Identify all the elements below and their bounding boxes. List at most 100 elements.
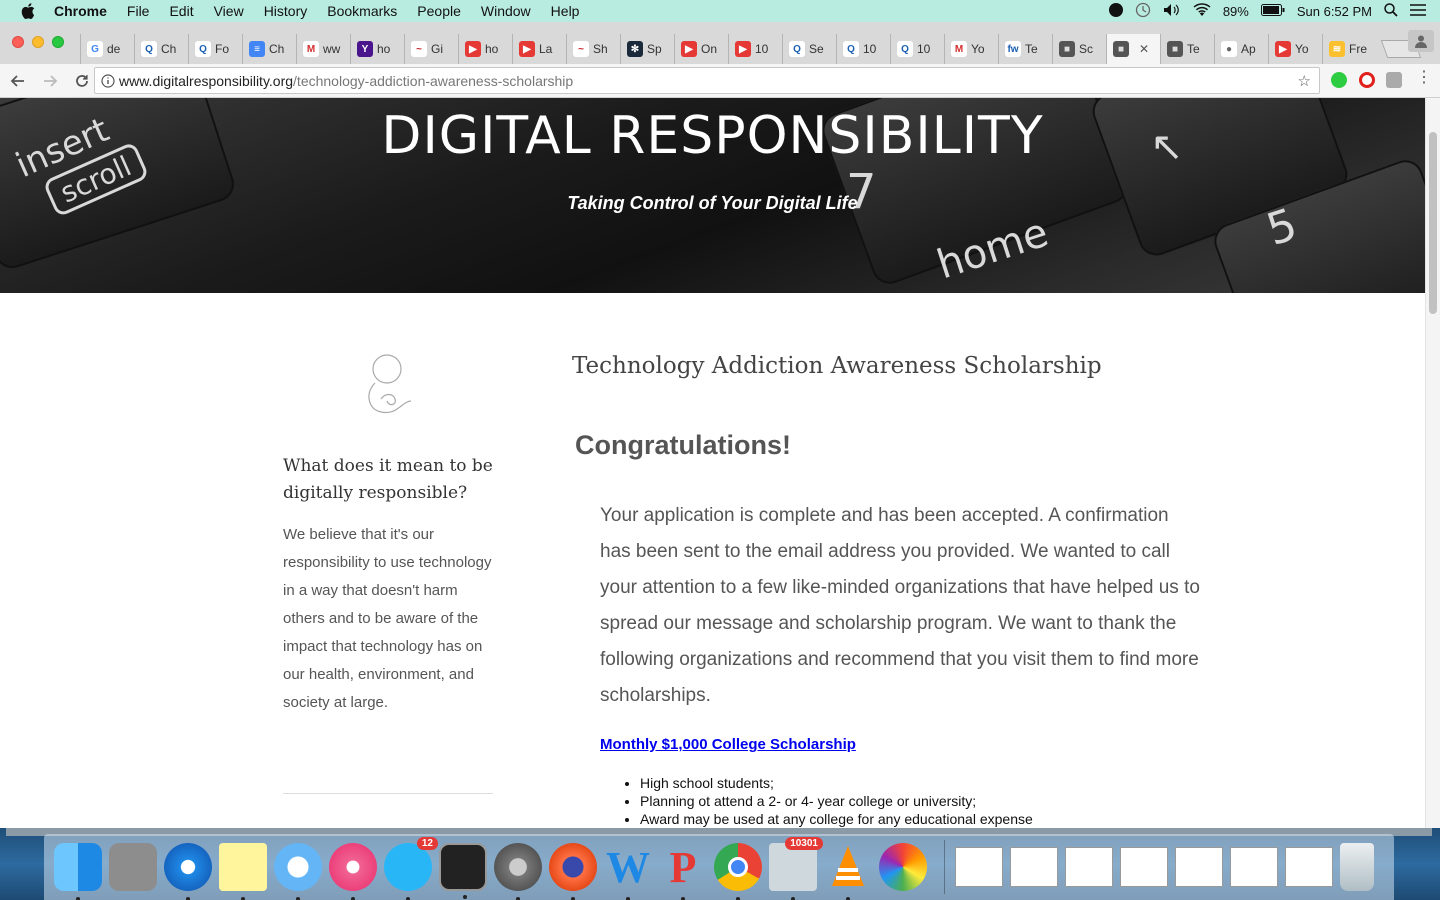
browser-tab[interactable]: Yho: [350, 34, 404, 64]
firefox-icon[interactable]: [549, 843, 597, 900]
vlc-icon[interactable]: [824, 843, 872, 900]
tab-label: Yo: [1295, 42, 1309, 56]
extension-gray-icon[interactable]: [1386, 72, 1402, 88]
chrome-icon[interactable]: [714, 843, 762, 900]
tab-label: ho: [377, 42, 391, 56]
menu-people[interactable]: People: [417, 3, 461, 19]
tab-favicon-icon: M: [303, 41, 319, 57]
itunes-icon[interactable]: [329, 843, 377, 900]
browser-tab[interactable]: ▶ Yo: [1268, 34, 1322, 64]
menu-history[interactable]: History: [264, 3, 308, 19]
opera-extension-icon[interactable]: [1359, 72, 1375, 88]
time-machine-icon[interactable]: [1135, 2, 1151, 21]
finder-icon[interactable]: [54, 843, 102, 900]
extension-green-icon[interactable]: [1331, 72, 1347, 88]
menu-view[interactable]: View: [214, 3, 244, 19]
system-preferences-icon[interactable]: [494, 843, 542, 900]
browser-tab[interactable]: ■ ✕: [1106, 34, 1160, 64]
browser-tab[interactable]: ~ Sh: [566, 34, 620, 64]
notification-center-icon[interactable]: [1410, 3, 1426, 19]
browser-tab[interactable]: ≡ Ch: [242, 34, 296, 64]
minimized-window-thumbnail[interactable]: [955, 847, 1003, 887]
dock: 12 W P 10301: [44, 834, 1394, 900]
tab-favicon-icon: Q: [141, 41, 157, 57]
volume-icon[interactable]: [1163, 3, 1181, 20]
back-button[interactable]: [4, 67, 32, 95]
menu-help[interactable]: Help: [551, 3, 580, 19]
trash-icon[interactable]: [1340, 843, 1374, 891]
photos-icon[interactable]: [879, 843, 927, 891]
browser-tab[interactable]: Q Se: [782, 34, 836, 64]
activity-monitor-icon[interactable]: [439, 843, 487, 899]
browser-tab[interactable]: ~ Gi: [404, 34, 458, 64]
safari-icon[interactable]: [164, 843, 212, 900]
chrome-menu-icon[interactable]: ⋮: [1416, 70, 1432, 86]
minimized-window-thumbnail[interactable]: [1175, 847, 1223, 887]
browser-tab[interactable]: ▶ 10: [728, 34, 782, 64]
browser-tab[interactable]: ▶ ho: [458, 34, 512, 64]
minimized-window-thumbnail[interactable]: [1120, 847, 1168, 887]
menu-edit[interactable]: Edit: [169, 3, 193, 19]
reload-icon: [76, 74, 88, 87]
battery-percent[interactable]: 89%: [1223, 4, 1249, 19]
app-store-icon[interactable]: 12: [384, 837, 438, 900]
close-tab-icon[interactable]: ✕: [1139, 42, 1149, 56]
mail-icon[interactable]: 10301: [769, 837, 823, 900]
address-bar[interactable]: www.digitalresponsibility.org/technology…: [94, 67, 1320, 94]
browser-tab[interactable]: ▶ La: [512, 34, 566, 64]
spotlight-search-icon[interactable]: [1384, 2, 1398, 20]
scholarship-link[interactable]: Monthly $1,000 College Scholarship: [600, 736, 856, 753]
menu-app-name[interactable]: Chrome: [54, 3, 107, 19]
tab-favicon-icon: Q: [843, 41, 859, 57]
minimized-window-thumbnail[interactable]: [1065, 847, 1113, 887]
browser-tab[interactable]: ✻ Sp: [620, 34, 674, 64]
apple-menu-icon[interactable]: [18, 0, 38, 22]
browser-tab[interactable]: Q Fo: [188, 34, 242, 64]
browser-tab[interactable]: fw Te: [998, 34, 1052, 64]
clock[interactable]: Sun 6:52 PM: [1297, 4, 1372, 19]
maximize-window-button[interactable]: [52, 36, 64, 48]
tab-favicon-icon: ●: [1221, 41, 1237, 57]
browser-tab[interactable]: ■ Te: [1160, 34, 1214, 64]
browser-tab[interactable]: M Yo: [944, 34, 998, 64]
status-dot-icon[interactable]: [1108, 2, 1123, 20]
wifi-icon[interactable]: [1193, 2, 1211, 20]
menu-file[interactable]: File: [127, 3, 150, 19]
vertical-scrollbar[interactable]: [1425, 98, 1440, 828]
tab-label: On: [701, 42, 718, 56]
browser-tab[interactable]: Q 10: [890, 34, 944, 64]
tab-favicon-icon: ▶: [735, 41, 751, 57]
menu-bar: Chrome File Edit View History Bookmarks …: [0, 0, 1440, 22]
site-title[interactable]: DIGITAL RESPONSIBILITY: [0, 106, 1425, 166]
battery-icon[interactable]: [1260, 3, 1285, 19]
tab-favicon-icon: ■: [1059, 41, 1075, 57]
browser-tab[interactable]: Q Ch: [134, 34, 188, 64]
close-window-button[interactable]: [12, 36, 24, 48]
browser-tab[interactable]: Mww: [296, 34, 350, 64]
minimized-window-thumbnail[interactable]: [1010, 847, 1058, 887]
browser-tab[interactable]: Gde: [80, 34, 134, 64]
calculator-icon[interactable]: [109, 843, 157, 891]
forward-button[interactable]: [36, 67, 64, 95]
word-icon[interactable]: W: [604, 843, 652, 900]
tab-favicon-icon: M: [951, 41, 967, 57]
browser-tab[interactable]: ▶ On: [674, 34, 728, 64]
menu-window[interactable]: Window: [481, 3, 531, 19]
notes-icon[interactable]: [219, 843, 267, 900]
browser-tab[interactable]: ≋ Fre: [1322, 34, 1376, 64]
browser-tab[interactable]: Q 10: [836, 34, 890, 64]
tab-favicon-icon: G: [87, 41, 103, 57]
minimized-window-thumbnail[interactable]: [1230, 847, 1278, 887]
menu-bookmarks[interactable]: Bookmarks: [327, 3, 397, 19]
powerpoint-icon[interactable]: P: [659, 843, 707, 900]
browser-tab[interactable]: ■ Sc: [1052, 34, 1106, 64]
site-info-icon[interactable]: [97, 73, 119, 88]
reload-button[interactable]: [68, 67, 96, 95]
bookmark-star-icon[interactable]: ☆: [1298, 72, 1311, 90]
messages-icon[interactable]: [274, 843, 322, 900]
scrollbar-thumb[interactable]: [1429, 132, 1437, 314]
browser-tab[interactable]: ● Ap: [1214, 34, 1268, 64]
minimize-window-button[interactable]: [32, 36, 44, 48]
minimized-window-thumbnail[interactable]: [1285, 847, 1333, 887]
profile-button[interactable]: [1408, 30, 1434, 52]
